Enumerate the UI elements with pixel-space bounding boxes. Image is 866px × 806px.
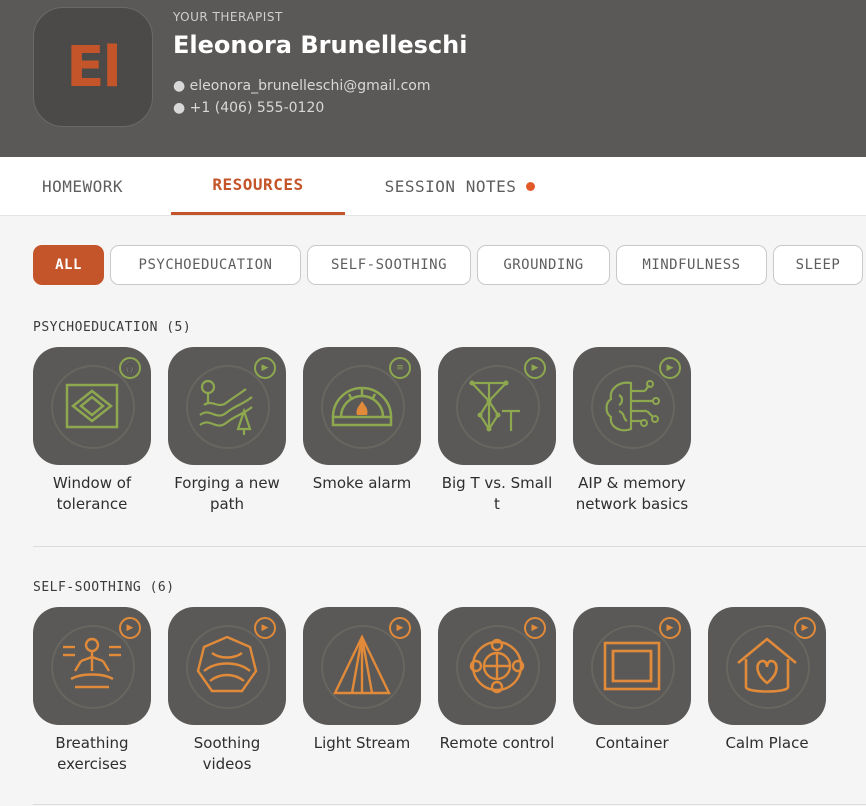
therapist-name: Eleonora Brunelleschi [173,31,468,59]
filter-all[interactable]: ALL [33,245,104,285]
play-icon: ▶ [659,617,681,639]
calm-place-icon [737,637,797,693]
filter-grounding-label: GROUNDING [503,257,584,273]
filter-sleep-label: SLEEP [795,257,841,273]
filter-mindfulness-label: MINDFULNESS [642,257,741,273]
resource-thumbnail: ▶ [168,347,286,465]
play-icon: ▶ [659,357,681,379]
resource-title: Light Stream [313,734,411,752]
resource-card[interactable]: ▶ Container [573,607,708,754]
headphones-icon: 🎧 [119,357,141,379]
filter-self-soothing-label: SELF-SOOTHING [330,257,448,273]
light-stream-icon [333,634,391,695]
section-divider [33,804,866,805]
avatar: El [33,7,153,127]
resource-thumbnail: ▶ [303,607,421,725]
therapist-phone[interactable]: ● +1 (406) 555-0120 [173,100,324,116]
resource-thumbnail: ▶ [573,607,691,725]
resource-card[interactable]: ▶ Calm Place [708,607,843,754]
play-icon: ▶ [794,617,816,639]
notification-dot [526,181,536,191]
smoke-alarm-icon [331,386,393,427]
resource-card[interactable]: ▶ Soothing videos [168,607,303,775]
play-icon: ▶ [389,617,411,639]
breathing-meditation-icon [63,637,121,689]
play-icon: ▶ [254,617,276,639]
resource-title: Smoke alarm [312,474,412,492]
filter-all-label: ALL [55,257,82,273]
therapist-email[interactable]: ● eleonora_brunelleschi@gmail.com [173,78,431,94]
resource-thumbnail: ≡ [303,347,421,465]
therapist-header: El YOUR THERAPIST Eleonora Brunelleschi … [0,0,866,157]
resource-card[interactable]: ≡ Smoke alarm [303,347,438,494]
resource-card[interactable]: ▶ Big T vs. Small t [438,347,573,515]
tab-resources-label: RESOURCES [212,175,304,194]
resource-thumbnail: ▶ [33,607,151,725]
tab-session-notes[interactable]: SESSION NOTES [360,157,560,215]
filter-grounding[interactable]: GROUNDING [477,245,610,285]
filter-sleep[interactable]: SLEEP [773,245,863,285]
resource-thumbnail: ▶ [168,607,286,725]
play-icon: ▶ [524,357,546,379]
play-icon: ▶ [524,617,546,639]
resource-thumbnail: ▶ [438,347,556,465]
big-t-small-t-icon [469,380,520,432]
resource-card[interactable]: 🎧 Window of tolerance [33,347,168,515]
brain-network-icon [605,380,660,432]
filter-mindfulness[interactable]: MINDFULNESS [616,245,767,285]
forging-path-icon [199,379,253,435]
soothing-videos-icon [196,635,258,693]
resource-title: AIP & memory network basics [575,474,689,513]
tab-session-notes-label: SESSION NOTES [384,176,517,196]
tab-bar: HOMEWORK RESOURCES SESSION NOTES [0,157,866,216]
resource-title: Soothing videos [193,734,261,773]
resource-thumbnail: ▶ [438,607,556,725]
resource-title: Window of tolerance [52,474,132,513]
play-icon: ▶ [119,617,141,639]
therapist-kicker: YOUR THERAPIST [173,10,283,24]
resource-card[interactable]: ▶ Forging a new path [168,347,303,515]
resource-card[interactable]: ▶ Light Stream [303,607,438,754]
resource-title: Forging a new path [174,474,280,513]
filter-psychoeducation-label: PSYCHOEDUCATION [138,257,273,273]
text-icon: ≡ [389,357,411,379]
resource-title: Container [595,734,669,752]
resource-title: Calm Place [725,734,809,752]
resource-thumbnail: ▶ [573,347,691,465]
play-icon: ▶ [254,357,276,379]
tab-homework-label: HOMEWORK [41,176,124,196]
window-of-tolerance-icon [65,383,119,429]
resource-card[interactable]: ▶ Breathing exercises [33,607,168,775]
container-icon [603,641,661,691]
avatar-initials: El [66,34,121,100]
resource-title: Breathing exercises [55,734,129,773]
resource-title: Remote control [439,734,555,752]
section-divider [33,546,866,547]
remote-control-icon [469,638,525,694]
section-title-self-soothing: SELF-SOOTHING (6) [33,580,175,595]
tab-homework[interactable]: HOMEWORK [0,157,165,215]
tab-resources[interactable]: RESOURCES [171,157,345,215]
resource-card[interactable]: ▶ AIP & memory network basics [573,347,708,515]
filter-self-soothing[interactable]: SELF-SOOTHING [307,245,471,285]
resource-card[interactable]: ▶ Remote control [438,607,573,754]
resource-thumbnail: 🎧 [33,347,151,465]
section-title-psychoeducation: PSYCHOEDUCATION (5) [33,320,192,335]
resource-thumbnail: ▶ [708,607,826,725]
filter-psychoeducation[interactable]: PSYCHOEDUCATION [110,245,301,285]
resource-title: Big T vs. Small t [441,474,553,513]
